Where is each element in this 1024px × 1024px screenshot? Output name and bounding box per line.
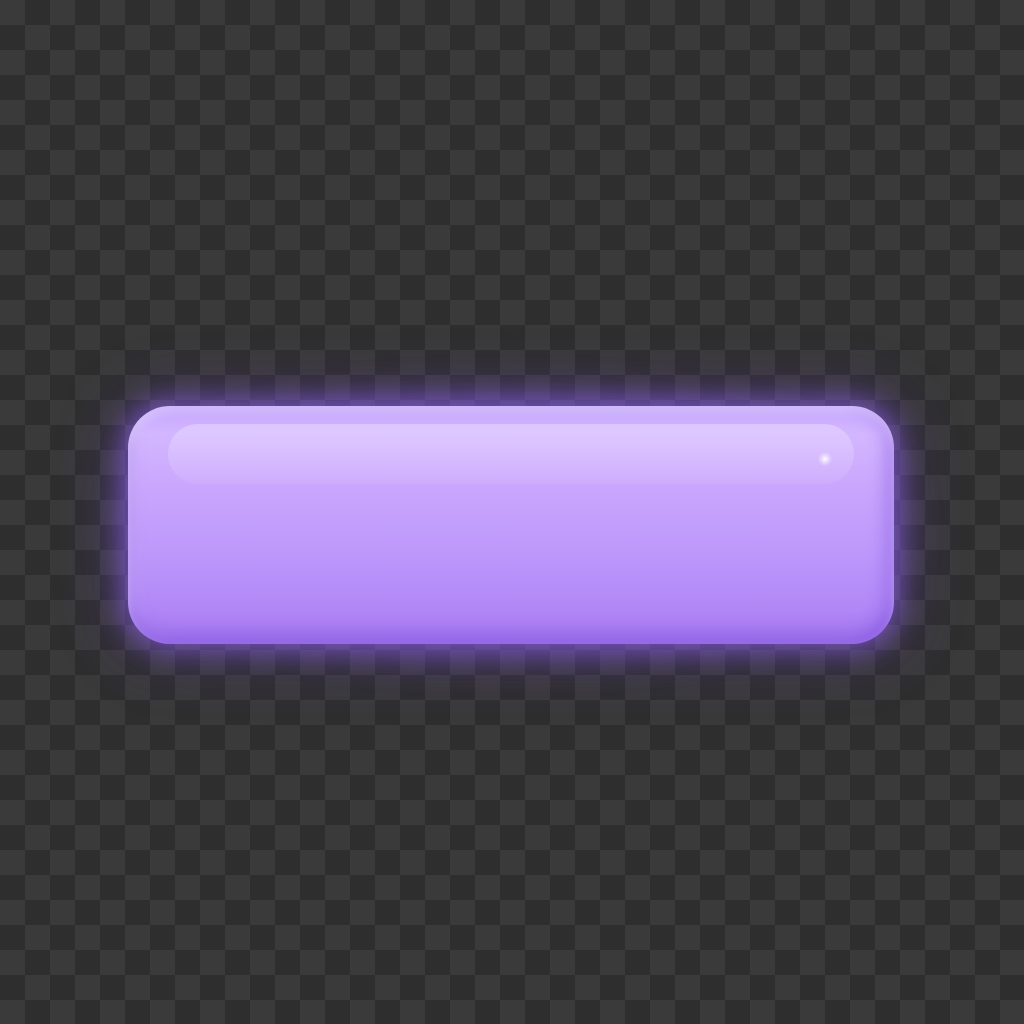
transparent-checkerboard-background <box>0 0 1024 1024</box>
button-specular-highlight <box>818 452 832 466</box>
button-top-highlight <box>168 424 854 484</box>
purple-pill-button[interactable] <box>128 406 894 644</box>
